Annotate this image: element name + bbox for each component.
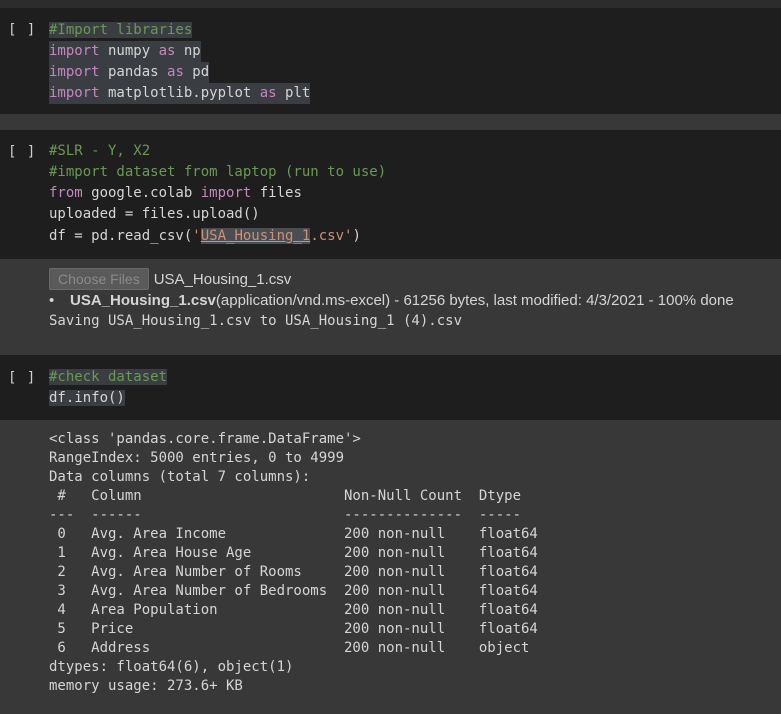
code-text: pd [183,64,210,80]
run-cell-button[interactable]: [ ] [8,22,36,38]
keyword: as [158,43,176,59]
output-upload: Choose Files USA_Housing_1.csv • USA_Housi… [0,259,781,355]
output-line: 2 Avg. Area Number of Rooms 200 non-null… [49,564,538,580]
uploaded-file-meta: (application/vnd.ms-excel) - 61256 bytes… [215,292,734,309]
code-text: df = pd.read_csv( [49,228,193,244]
output-line: 4 Area Population 200 non-null float64 [49,602,538,618]
code-text: pandas [99,64,168,80]
output-info: <class 'pandas.core.frame.DataFrame'> Ra… [0,420,781,714]
code-comment: #Import libraries [49,22,193,38]
code-text: df.info() [49,390,125,406]
output-line: dtypes: float64(6), object(1) [49,659,294,675]
uploaded-file-item: • USA_Housing_1.csv(application/vnd.ms-ex… [49,292,734,309]
code-text: ) [352,228,361,244]
output-line: 5 Price 200 non-null float64 [49,621,538,637]
run-cell-button[interactable]: [ ] [8,144,36,160]
keyword: as [167,64,184,80]
output-line: <class 'pandas.core.frame.DataFrame'> [49,431,361,447]
keyword: import [49,43,100,59]
keyword: import [49,85,100,101]
code-string: .csv' [310,228,353,244]
code-string-selected: USA_Housing_1 [200,228,311,244]
top-bar [0,0,781,8]
output-line: --- ------ -------------- ----- [49,507,538,523]
keyword: import [200,185,252,201]
bullet-icon: • [49,292,55,309]
saving-message: Saving USA_Housing_1.csv to USA_Housing_… [49,313,463,329]
code-text: np [175,43,201,59]
keyword: import [49,64,100,80]
run-cell-button[interactable]: [ ] [8,370,36,386]
code-text: numpy [99,43,159,59]
chosen-file-label: USA_Housing_1.csv [153,271,292,288]
code-comment: #check dataset [49,369,168,385]
code-string: ' [192,228,201,244]
code-text: matplotlib.pyplot [99,85,260,101]
uploaded-file-name: USA_Housing_1.csv [70,292,216,309]
choose-files-button[interactable]: Choose Files [49,268,149,290]
code-cell-info[interactable]: [ ] #check dataset df.info() [0,355,781,420]
code-text: google.colab [82,185,201,201]
keyword: from [49,185,83,201]
output-line: 1 Avg. Area House Age 200 non-null float… [49,545,538,561]
code-text: uploaded = files.upload() [49,206,260,222]
output-line: memory usage: 273.6+ KB [49,678,243,694]
code-cell-upload[interactable]: [ ] #SLR - Y, X2 #import dataset from la… [0,130,781,259]
output-line: 6 Address 200 non-null object [49,640,538,656]
output-line: Data columns (total 7 columns): [49,469,311,485]
code-comment: #import dataset from laptop (run to use) [49,164,387,180]
output-line: 3 Avg. Area Number of Bedrooms 200 non-n… [49,583,538,599]
output-line: # Column Non-Null Count Dtype [49,488,538,504]
code-comment: #SLR - Y, X2 [49,143,151,159]
code-cell-import[interactable]: [ ] #Import libraries import numpy as np… [0,8,781,114]
output-line: RangeIndex: 5000 entries, 0 to 4999 [49,450,345,466]
code-text: plt [276,85,311,101]
output-line: 0 Avg. Area Income 200 non-null float64 [49,526,538,542]
code-text: files [251,185,302,201]
keyword: as [259,85,277,101]
